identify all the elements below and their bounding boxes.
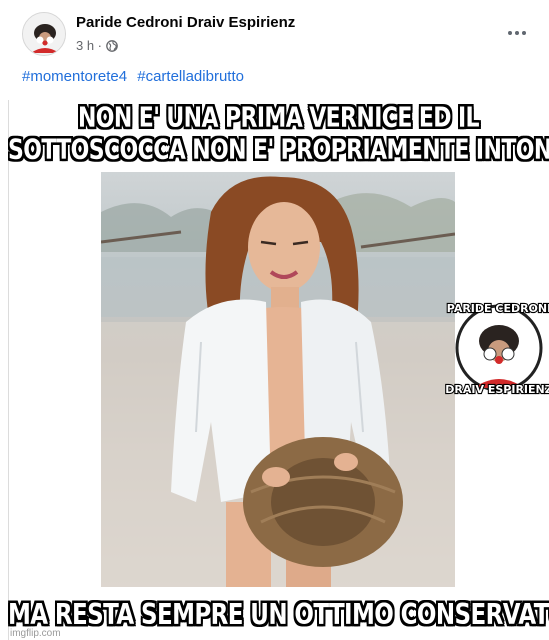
more-options-icon <box>508 31 512 35</box>
watermark-logo: PARIDE CEDRONI DRAIV ESPIRIENZ <box>444 296 549 400</box>
author-name[interactable]: Paride Cedroni Draiv Espirienz <box>76 14 295 31</box>
hashtag-list: #momentorete4 #cartelladibrutto <box>22 68 250 85</box>
more-options-button[interactable] <box>500 20 534 46</box>
post-time[interactable]: 3 h · <box>76 38 102 53</box>
hashtag-link[interactable]: #momentorete4 <box>22 68 127 85</box>
image-source-label: imgflip.com <box>10 628 61 639</box>
post-meta: 3 h · <box>76 38 118 53</box>
facebook-post-card: Paride Cedroni Draiv Espirienz 3 h · #mo… <box>0 0 549 640</box>
image-divider <box>8 100 9 640</box>
meme-bottom-text: MA RESTA SEMPRE UN OTTIMO CONSERVATO <box>8 598 549 632</box>
watermark-top-text: PARIDE CEDRONI <box>447 302 549 315</box>
watermark-bottom-text: DRAIV ESPIRIENZ <box>445 383 549 396</box>
author-avatar[interactable] <box>22 12 66 56</box>
post-image[interactable]: NON E' UNA PRIMA VERNICE ED IL SOTTOSCOC… <box>8 100 549 640</box>
photo <box>101 172 455 587</box>
globe-icon[interactable] <box>106 39 118 52</box>
meme-top-text-line-2: SOTTOSCOCCA NON E' PROPRIAMENTE INTONSO <box>8 134 549 166</box>
hashtag-link[interactable]: #cartelladibrutto <box>137 68 244 85</box>
